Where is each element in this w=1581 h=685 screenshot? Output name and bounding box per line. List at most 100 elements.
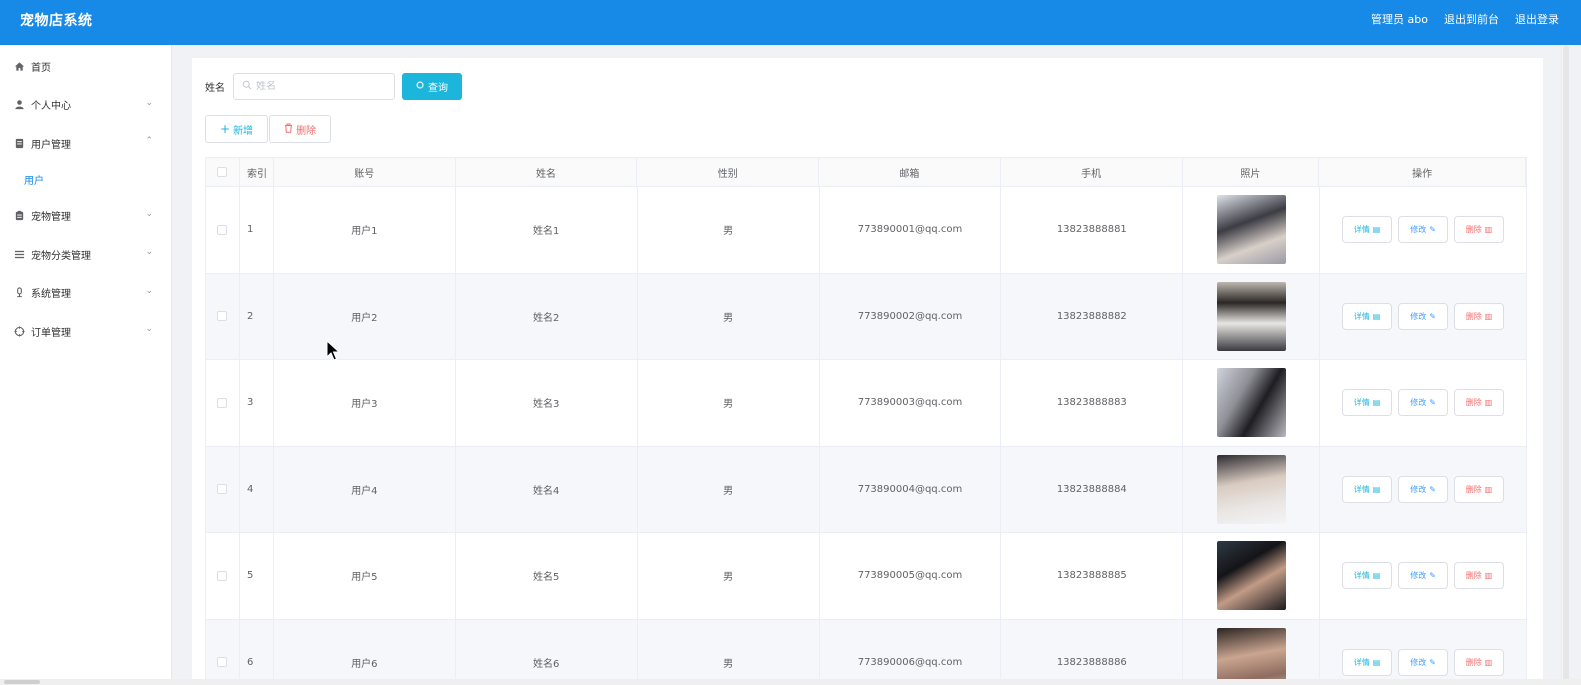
- user-photo[interactable]: [1216, 195, 1286, 265]
- detail-button[interactable]: 详情 ▤: [1342, 562, 1393, 590]
- row-checkbox[interactable]: [206, 619, 240, 685]
- table-row: 6 用户6 姓名6 男 773890006@qq.com 13823888886…: [205, 619, 1527, 685]
- query-button[interactable]: 查询: [402, 73, 462, 100]
- horizontal-scrollbar[interactable]: [0, 679, 1581, 685]
- mic-icon: [13, 287, 25, 299]
- cell-account: 用户2: [274, 273, 456, 359]
- search-bar: 姓名 查询: [205, 73, 462, 100]
- trash-icon: ▥: [1484, 571, 1493, 581]
- plus-icon: +: [220, 122, 231, 136]
- detail-button[interactable]: 详情 ▤: [1342, 648, 1393, 676]
- cell-sex: 男: [638, 533, 820, 619]
- row-delete-button[interactable]: 删除 ▥: [1454, 475, 1505, 503]
- row-checkbox[interactable]: [206, 273, 240, 359]
- cell-email: 773890002@qq.com: [820, 273, 1002, 359]
- cell-actions: 详情 ▤ 修改 ✎ 删除 ▥: [1320, 619, 1527, 685]
- sidebar-item-personal-center[interactable]: 个人中心 ⌄: [0, 86, 171, 125]
- column-header: 照片: [1183, 158, 1320, 186]
- main-panel: 姓名 查询 + 新增 删除 索引 账号 姓名 性别 邮箱 手机 照片: [192, 58, 1543, 685]
- row-delete-button[interactable]: 删除 ▥: [1454, 302, 1505, 330]
- vertical-scrollbar[interactable]: [1561, 45, 1569, 685]
- app-title: 宠物店系统: [20, 13, 93, 29]
- cell-email: 773890001@qq.com: [820, 187, 1002, 273]
- user-photo[interactable]: [1216, 368, 1286, 438]
- cell-phone: 13823888886: [1001, 619, 1184, 685]
- scrollbar-thumb[interactable]: [4, 680, 40, 684]
- document-icon: ▤: [1372, 311, 1381, 321]
- cell-name: 姓名3: [456, 360, 638, 446]
- table-row: 3 用户3 姓名3 男 773890003@qq.com 13823888883…: [205, 360, 1527, 447]
- sidebar-item-label: 订单管理: [31, 327, 71, 339]
- sidebar-item-pet-management[interactable]: 宠物管理 ⌄: [0, 197, 171, 236]
- trash-icon: ▥: [1484, 225, 1493, 235]
- cell-name: 姓名4: [456, 446, 638, 532]
- pencil-icon: ✎: [1429, 398, 1436, 408]
- detail-button[interactable]: 详情 ▤: [1342, 216, 1393, 244]
- sidebar-item-order-management[interactable]: 订单管理 ⌄: [0, 312, 171, 351]
- edit-button[interactable]: 修改 ✎: [1398, 302, 1449, 330]
- cell-index: 1: [240, 187, 274, 273]
- row-checkbox[interactable]: [206, 187, 240, 273]
- compass-icon: [13, 325, 25, 337]
- sidebar-item-pet-category[interactable]: 宠物分类管理 ⌄: [0, 235, 171, 274]
- logout-link[interactable]: 退出登录: [1515, 11, 1559, 27]
- cell-sex: 男: [638, 187, 820, 273]
- document-icon: ▤: [1372, 571, 1381, 581]
- row-delete-button[interactable]: 删除 ▥: [1454, 389, 1505, 417]
- edit-button[interactable]: 修改 ✎: [1398, 475, 1449, 503]
- mouse-cursor-icon: [326, 339, 341, 365]
- search-field[interactable]: [233, 73, 395, 100]
- row-checkbox[interactable]: [206, 360, 240, 446]
- column-header: 索引: [240, 158, 274, 186]
- add-button[interactable]: + 新增: [205, 115, 269, 143]
- row-checkbox[interactable]: [206, 446, 240, 532]
- sidebar: 首页 个人中心 ⌄ 用户管理 ⌃ 用户 宠物管理 ⌄ 宠物分类管理 ⌄ 系统管理…: [0, 45, 172, 685]
- detail-button[interactable]: 详情 ▤: [1342, 475, 1393, 503]
- pencil-icon: ✎: [1429, 484, 1436, 494]
- column-header: 手机: [1001, 158, 1183, 186]
- edit-button[interactable]: 修改 ✎: [1398, 216, 1449, 244]
- exit-to-front-link[interactable]: 退出到前台: [1444, 11, 1499, 27]
- document-icon: ▤: [1372, 225, 1381, 235]
- row-delete-button[interactable]: 删除 ▥: [1454, 216, 1505, 244]
- delete-button[interactable]: 删除: [269, 115, 332, 143]
- column-header: 性别: [637, 158, 820, 186]
- user-photo[interactable]: [1216, 541, 1286, 611]
- cell-sex: 男: [638, 360, 820, 446]
- cell-actions: 详情 ▤ 修改 ✎ 删除 ▥: [1320, 360, 1527, 446]
- table-row: 4 用户4 姓名4 男 773890004@qq.com 13823888884…: [205, 446, 1527, 533]
- user-photo[interactable]: [1216, 454, 1286, 524]
- cell-sex: 男: [638, 273, 820, 359]
- home-icon: [13, 60, 25, 72]
- sidebar-item-user-management[interactable]: 用户管理 ⌃: [0, 124, 171, 163]
- search-input[interactable]: [256, 81, 386, 92]
- detail-button[interactable]: 详情 ▤: [1342, 302, 1393, 330]
- cell-email: 773890006@qq.com: [820, 619, 1002, 685]
- cell-email: 773890003@qq.com: [820, 360, 1002, 446]
- row-delete-button[interactable]: 删除 ▥: [1454, 648, 1505, 676]
- sidebar-item-label: 个人中心: [31, 101, 71, 113]
- row-checkbox[interactable]: [206, 533, 240, 619]
- select-all-checkbox[interactable]: [206, 158, 240, 186]
- cell-photo: [1183, 619, 1321, 685]
- current-user[interactable]: 管理员 abo: [1371, 11, 1428, 27]
- detail-button[interactable]: 详情 ▤: [1342, 389, 1393, 417]
- scrollbar-thumb[interactable]: [1563, 45, 1569, 685]
- cell-photo: [1183, 187, 1321, 273]
- user-photo[interactable]: [1216, 627, 1286, 685]
- sidebar-item-system-management[interactable]: 系统管理 ⌄: [0, 274, 171, 313]
- sidebar-item-home[interactable]: 首页: [0, 47, 171, 86]
- edit-label: 修改: [1410, 571, 1427, 581]
- trash-icon: ▥: [1484, 311, 1493, 321]
- cell-index: 6: [240, 619, 274, 685]
- row-delete-button[interactable]: 删除 ▥: [1454, 562, 1505, 590]
- cell-phone: 13823888885: [1001, 533, 1184, 619]
- column-header: 邮箱: [819, 158, 1001, 186]
- edit-button[interactable]: 修改 ✎: [1398, 389, 1449, 417]
- user-photo[interactable]: [1216, 281, 1286, 351]
- edit-button[interactable]: 修改 ✎: [1398, 648, 1449, 676]
- edit-label: 修改: [1410, 225, 1427, 235]
- edit-button[interactable]: 修改 ✎: [1398, 562, 1449, 590]
- cell-account: 用户3: [274, 360, 456, 446]
- sidebar-subitem-users[interactable]: 用户: [0, 163, 171, 197]
